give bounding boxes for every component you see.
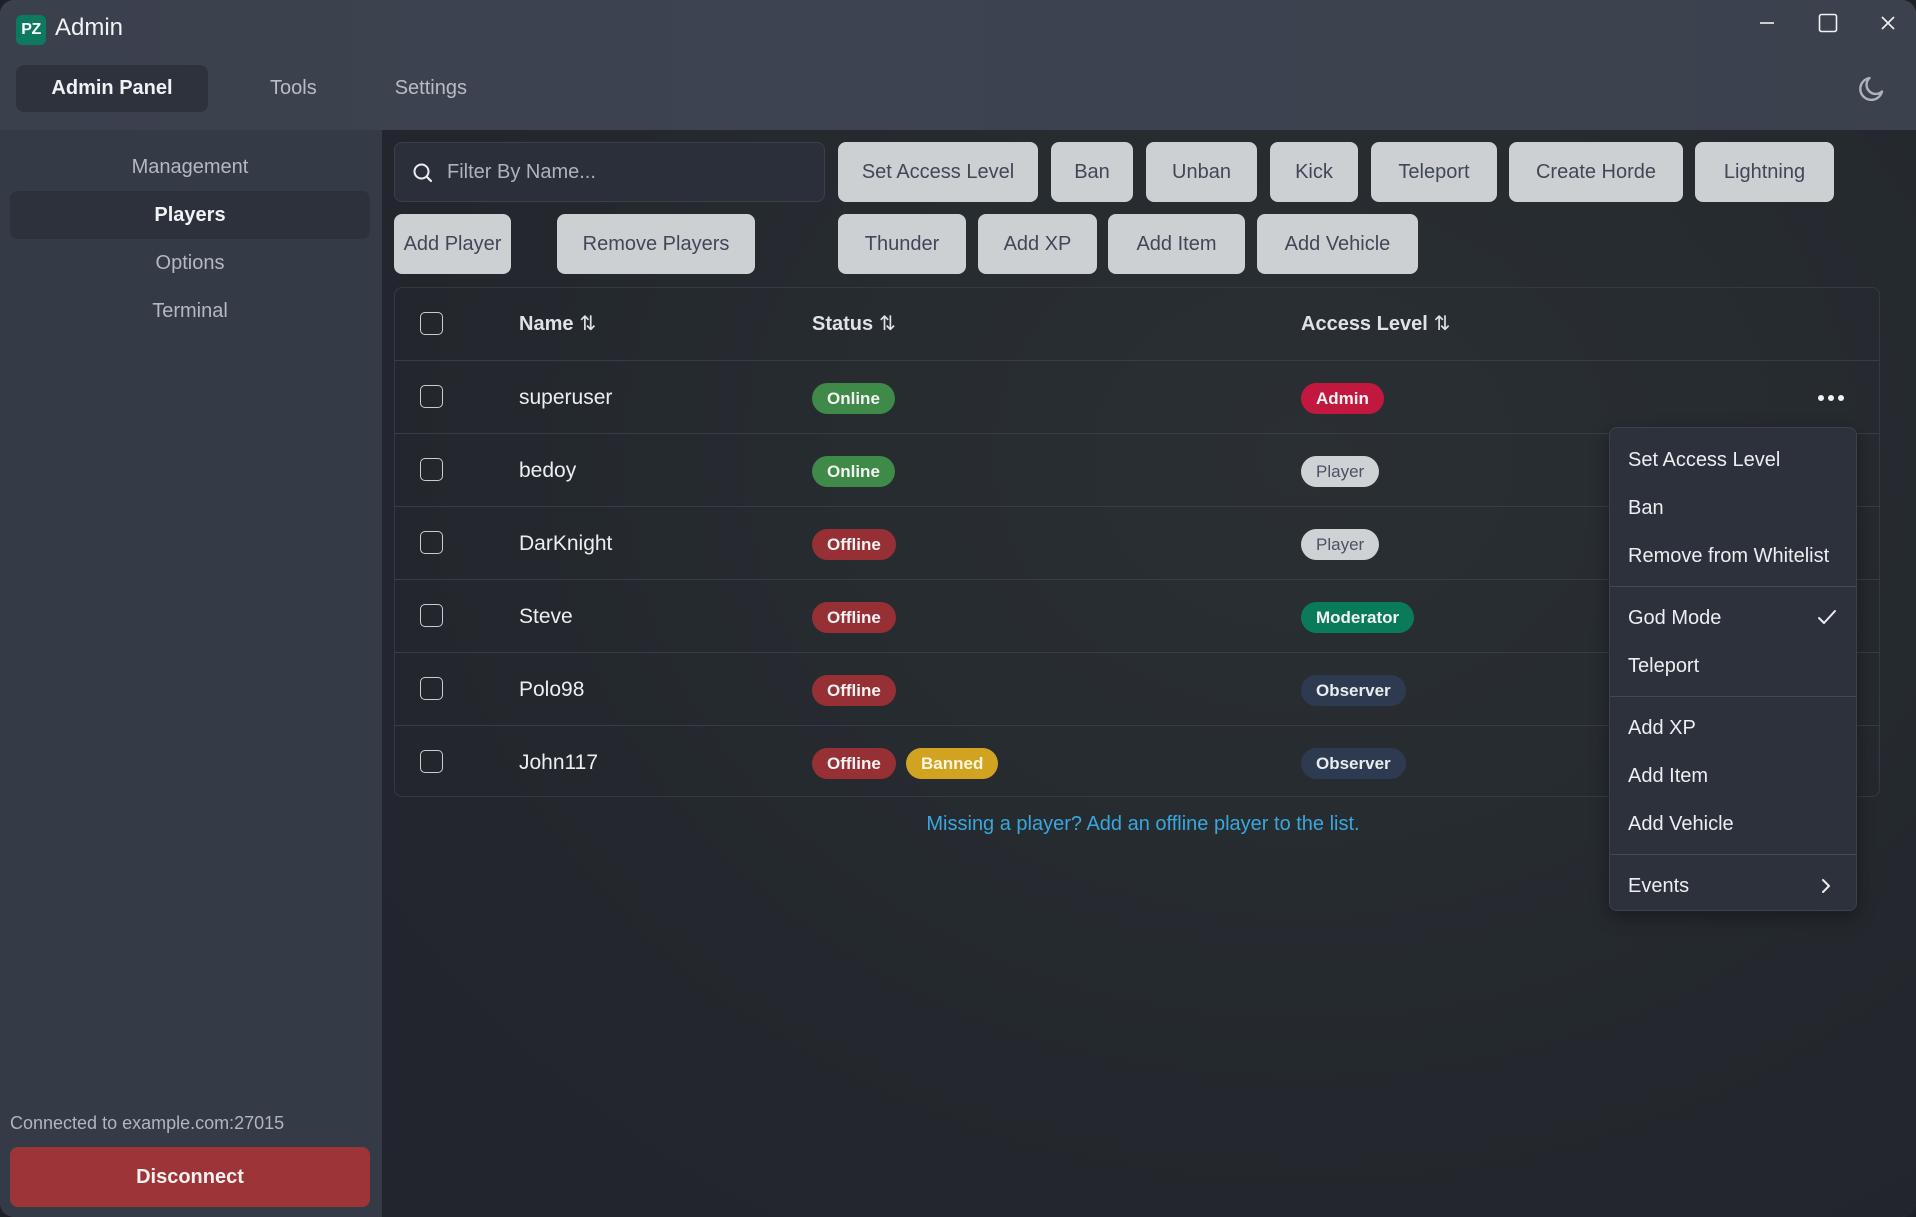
maximize-icon	[1818, 13, 1838, 33]
column-label: Access Level	[1301, 313, 1428, 335]
close-icon	[1881, 16, 1895, 30]
kick-button[interactable]: Kick	[1270, 142, 1358, 202]
lightning-button[interactable]: Lightning	[1695, 142, 1834, 202]
menu-item-label: Events	[1628, 875, 1690, 897]
access-level-badge: Observer	[1301, 748, 1406, 779]
status-badge: Offline	[812, 602, 896, 633]
status-badge: Offline	[812, 748, 896, 779]
close-button[interactable]	[1863, 6, 1913, 40]
teleport-button[interactable]: Teleport	[1371, 142, 1497, 202]
row-actions-button[interactable]	[1811, 383, 1851, 413]
status-badge: Online	[812, 383, 895, 414]
sort-icon: ⇅	[579, 313, 597, 335]
connection-status: Connected to example.com:27015	[10, 1113, 285, 1133]
player-name: bedoy	[519, 459, 577, 482]
menu-separator	[1610, 586, 1856, 587]
table-row[interactable]: superuser Online Admin	[395, 361, 1879, 434]
remove-players-button[interactable]: Remove Players	[557, 214, 755, 274]
menu-item-ban[interactable]: Ban	[1610, 484, 1856, 532]
more-dots-icon	[1818, 395, 1824, 401]
row-checkbox[interactable]	[420, 531, 443, 554]
status-badge: Offline	[812, 675, 896, 706]
column-label: Status	[812, 313, 874, 335]
player-name: superuser	[519, 386, 613, 409]
app-window: PZ Admin Admin Panel Tools Settings Mana…	[0, 0, 1916, 1217]
player-name: Steve	[519, 605, 573, 628]
access-level-badge: Moderator	[1301, 602, 1415, 633]
column-header-name[interactable]: Name ⇅	[519, 288, 596, 361]
menu-item-label: God Mode	[1628, 607, 1722, 629]
row-checkbox[interactable]	[420, 604, 443, 627]
menu-item-events[interactable]: Events	[1610, 862, 1856, 910]
player-name: Polo98	[519, 678, 585, 701]
access-level-badge: Player	[1301, 529, 1380, 560]
access-level-badge: Observer	[1301, 675, 1406, 706]
menu-item-add-xp[interactable]: Add XP	[1610, 704, 1856, 752]
unban-button[interactable]: Unban	[1146, 142, 1257, 202]
status-badge: Online	[812, 456, 895, 487]
menu-item-god-mode[interactable]: God Mode	[1610, 594, 1856, 642]
sidebar-item-players[interactable]: Players	[10, 191, 370, 239]
column-label: Name	[519, 313, 574, 335]
add-item-button[interactable]: Add Item	[1108, 214, 1245, 274]
player-context-menu: Set Access Level Ban Remove from Whiteli…	[1609, 427, 1857, 911]
menu-separator	[1610, 696, 1856, 697]
chevron-right-icon	[1822, 879, 1830, 893]
title-bar: PZ Admin Admin Panel Tools Settings	[0, 0, 1916, 130]
sidebar-item-terminal[interactable]: Terminal	[10, 287, 370, 335]
status-badge: Offline	[812, 529, 896, 560]
checkmark-icon	[1818, 610, 1836, 624]
column-header-access-level[interactable]: Access Level ⇅	[1301, 288, 1451, 361]
banned-badge: Banned	[906, 748, 999, 779]
row-checkbox[interactable]	[420, 677, 443, 700]
table-header: Name ⇅ Status ⇅ Access Level ⇅	[395, 288, 1879, 361]
main-tabs: Admin Panel Tools Settings	[16, 65, 493, 112]
filter-by-name-input[interactable]	[447, 143, 807, 201]
sidebar: Management Players Options Terminal Conn…	[0, 130, 382, 1217]
sort-icon: ⇅	[1433, 313, 1451, 335]
set-access-level-button[interactable]: Set Access Level	[838, 142, 1038, 202]
search-icon	[413, 163, 433, 183]
minimize-icon	[1760, 22, 1774, 24]
select-all-checkbox[interactable]	[420, 312, 443, 335]
column-header-status[interactable]: Status ⇅	[812, 288, 896, 361]
moon-icon	[1859, 76, 1884, 101]
filter-search	[394, 142, 825, 202]
menu-item-add-item[interactable]: Add Item	[1610, 752, 1856, 800]
tab-tools[interactable]: Tools	[210, 65, 341, 112]
theme-toggle-button[interactable]	[1852, 68, 1892, 108]
sort-icon: ⇅	[879, 313, 896, 335]
add-xp-button[interactable]: Add XP	[978, 214, 1097, 274]
player-name: DarKnight	[519, 532, 613, 555]
access-level-badge: Player	[1301, 456, 1380, 487]
access-level-badge: Admin	[1301, 383, 1384, 414]
disconnect-button[interactable]: Disconnect	[10, 1147, 370, 1207]
row-checkbox[interactable]	[420, 385, 443, 408]
sidebar-item-options[interactable]: Options	[10, 239, 370, 287]
menu-item-set-access-level[interactable]: Set Access Level	[1610, 436, 1856, 484]
thunder-button[interactable]: Thunder	[838, 214, 966, 274]
minimize-button[interactable]	[1742, 6, 1792, 40]
ban-button[interactable]: Ban	[1051, 142, 1133, 202]
add-vehicle-button[interactable]: Add Vehicle	[1257, 214, 1418, 274]
menu-item-add-vehicle[interactable]: Add Vehicle	[1610, 800, 1856, 848]
tab-admin-panel[interactable]: Admin Panel	[16, 65, 208, 112]
app-title: Admin	[55, 14, 124, 41]
player-name: John117	[519, 751, 599, 774]
add-player-button[interactable]: Add Player	[394, 214, 511, 274]
menu-separator	[1610, 854, 1856, 855]
create-horde-button[interactable]: Create Horde	[1509, 142, 1683, 202]
menu-item-teleport[interactable]: Teleport	[1610, 642, 1856, 690]
menu-item-remove-from-whitelist[interactable]: Remove from Whitelist	[1610, 532, 1856, 580]
tab-settings[interactable]: Settings	[343, 65, 491, 112]
sidebar-heading-management: Management	[131, 156, 249, 178]
row-checkbox[interactable]	[420, 750, 443, 773]
app-logo: PZ	[16, 15, 46, 45]
row-checkbox[interactable]	[420, 458, 443, 481]
maximize-button[interactable]	[1803, 6, 1853, 40]
